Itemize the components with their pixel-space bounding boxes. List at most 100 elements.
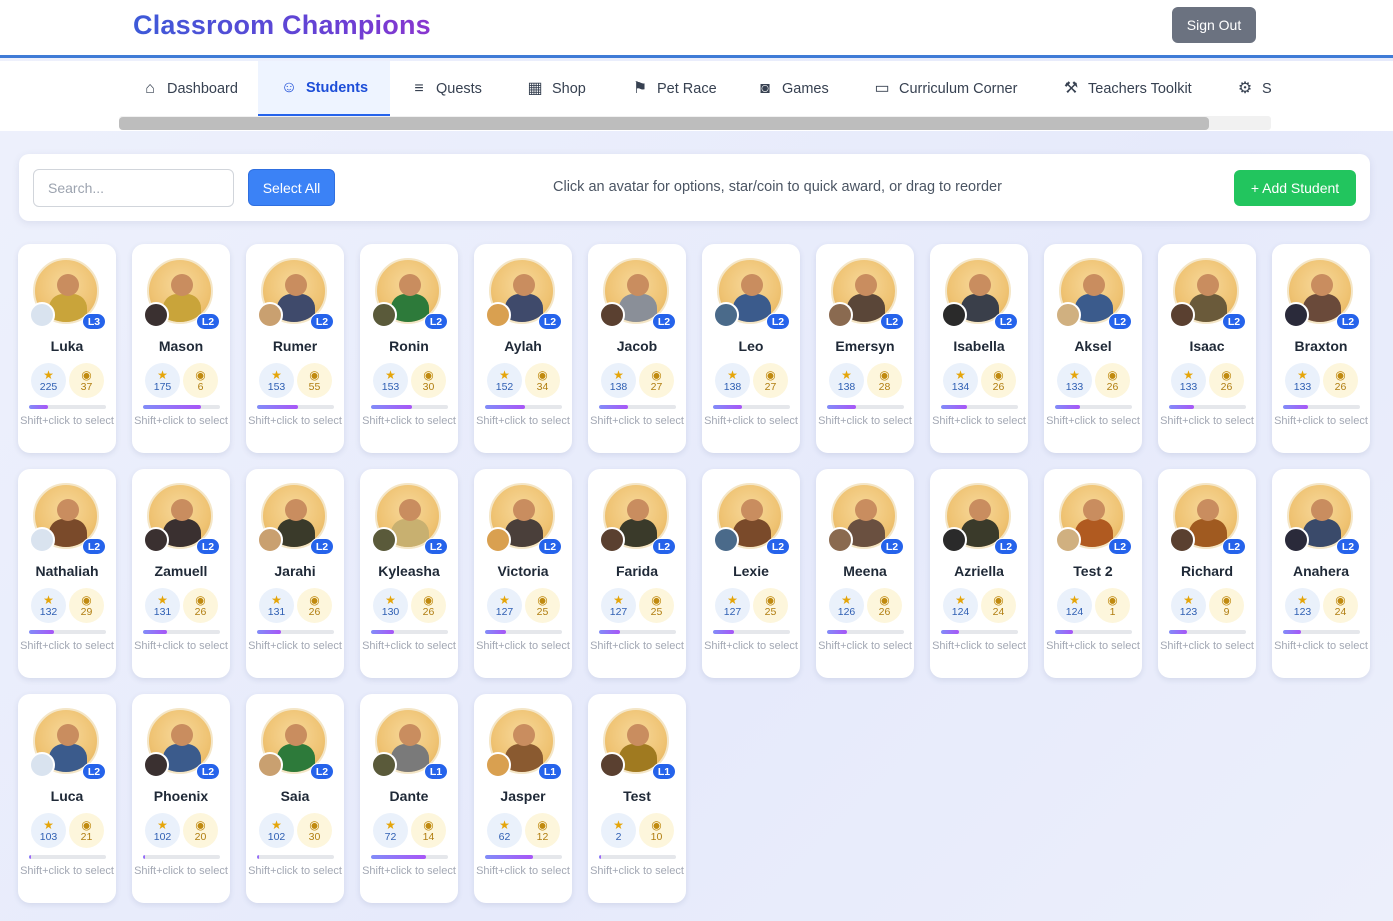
student-card[interactable]: L2 Saia ★ 102 ◉ 30 Shift+click to select	[246, 694, 344, 903]
coin-award-button[interactable]: ◉ 26	[411, 588, 446, 623]
nav-scrollbar-thumb[interactable]	[119, 117, 1209, 130]
coin-award-button[interactable]: ◉ 55	[297, 363, 332, 398]
student-card[interactable]: L2 Leo ★ 138 ◉ 27 Shift+click to select	[702, 244, 800, 453]
nav-scrollbar[interactable]	[119, 116, 1271, 130]
sign-out-button[interactable]: Sign Out	[1172, 7, 1256, 43]
star-award-button[interactable]: ★ 153	[259, 363, 294, 398]
select-all-button[interactable]: Select All	[248, 169, 335, 206]
student-card[interactable]: L2 Meena ★ 126 ◉ 26 Shift+click to select	[816, 469, 914, 678]
student-card[interactable]: L2 Aylah ★ 152 ◉ 34 Shift+click to select	[474, 244, 572, 453]
star-award-button[interactable]: ★ 103	[31, 813, 66, 848]
coin-award-button[interactable]: ◉ 21	[69, 813, 104, 848]
search-input[interactable]	[33, 169, 234, 207]
student-card[interactable]: L2 Farida ★ 127 ◉ 25 Shift+click to select	[588, 469, 686, 678]
coin-award-button[interactable]: ◉ 34	[525, 363, 560, 398]
coin-award-button[interactable]: ◉ 6	[183, 363, 218, 398]
star-award-button[interactable]: ★ 62	[487, 813, 522, 848]
star-award-button[interactable]: ★ 124	[1057, 588, 1092, 623]
star-award-button[interactable]: ★ 153	[373, 363, 408, 398]
tab-curriculum-corner[interactable]: ▭ Curriculum Corner	[873, 61, 1017, 116]
coin-award-button[interactable]: ◉ 28	[867, 363, 902, 398]
tab-pet-race[interactable]: ⚑ Pet Race	[631, 61, 717, 116]
coin-award-button[interactable]: ◉ 37	[69, 363, 104, 398]
star-award-button[interactable]: ★ 127	[715, 588, 750, 623]
coin-award-button[interactable]: ◉ 24	[1323, 588, 1358, 623]
coin-award-button[interactable]: ◉ 1	[1095, 588, 1130, 623]
coin-award-button[interactable]: ◉ 26	[1095, 363, 1130, 398]
star-award-button[interactable]: ★ 131	[259, 588, 294, 623]
star-award-button[interactable]: ★ 133	[1285, 363, 1320, 398]
coin-award-button[interactable]: ◉ 14	[411, 813, 446, 848]
coin-award-button[interactable]: ◉ 25	[753, 588, 788, 623]
coin-award-button[interactable]: ◉ 26	[297, 588, 332, 623]
star-award-button[interactable]: ★ 138	[715, 363, 750, 398]
tab-s[interactable]: ⚙ S	[1236, 61, 1271, 116]
student-card[interactable]: L2 Lexie ★ 127 ◉ 25 Shift+click to select	[702, 469, 800, 678]
star-award-button[interactable]: ★ 133	[1057, 363, 1092, 398]
tab-shop[interactable]: ▦ Shop	[526, 61, 585, 116]
coin-award-button[interactable]: ◉ 20	[183, 813, 218, 848]
coin-award-button[interactable]: ◉ 12	[525, 813, 560, 848]
coin-award-button[interactable]: ◉ 27	[753, 363, 788, 398]
add-student-button[interactable]: + Add Student	[1234, 170, 1356, 206]
student-card[interactable]: L2 Nathaliah ★ 132 ◉ 29 Shift+click to select	[18, 469, 116, 678]
coin-award-button[interactable]: ◉ 25	[525, 588, 560, 623]
student-card[interactable]: L1 Test ★ 2 ◉ 10 Shift+click to select	[588, 694, 686, 903]
tab-quests[interactable]: ≡ Quests	[410, 61, 482, 116]
student-card[interactable]: L2 Jacob ★ 138 ◉ 27 Shift+click to select	[588, 244, 686, 453]
star-award-button[interactable]: ★ 127	[601, 588, 636, 623]
coin-award-button[interactable]: ◉ 27	[639, 363, 674, 398]
star-award-button[interactable]: ★ 175	[145, 363, 180, 398]
coin-award-button[interactable]: ◉ 26	[1209, 363, 1244, 398]
coin-award-button[interactable]: ◉ 9	[1209, 588, 1244, 623]
student-card[interactable]: L2 Mason ★ 175 ◉ 6 Shift+click to select	[132, 244, 230, 453]
coin-award-button[interactable]: ◉ 30	[297, 813, 332, 848]
star-award-button[interactable]: ★ 132	[31, 588, 66, 623]
student-card[interactable]: L2 Richard ★ 123 ◉ 9 Shift+click to select	[1158, 469, 1256, 678]
star-award-button[interactable]: ★ 127	[487, 588, 522, 623]
coin-award-button[interactable]: ◉ 29	[69, 588, 104, 623]
tab-teachers-toolkit[interactable]: ⚒ Teachers Toolkit	[1062, 61, 1192, 116]
star-award-button[interactable]: ★ 134	[943, 363, 978, 398]
star-award-button[interactable]: ★ 152	[487, 363, 522, 398]
star-award-button[interactable]: ★ 131	[145, 588, 180, 623]
coin-award-button[interactable]: ◉ 10	[639, 813, 674, 848]
student-card[interactable]: L2 Victoria ★ 127 ◉ 25 Shift+click to select	[474, 469, 572, 678]
star-award-button[interactable]: ★ 123	[1285, 588, 1320, 623]
coin-award-button[interactable]: ◉ 26	[1323, 363, 1358, 398]
student-card[interactable]: L2 Rumer ★ 153 ◉ 55 Shift+click to select	[246, 244, 344, 453]
student-card[interactable]: L3 Luka ★ 225 ◉ 37 Shift+click to select	[18, 244, 116, 453]
student-card[interactable]: L2 Test 2 ★ 124 ◉ 1 Shift+click to select	[1044, 469, 1142, 678]
star-award-button[interactable]: ★ 130	[373, 588, 408, 623]
coin-award-button[interactable]: ◉ 25	[639, 588, 674, 623]
tab-students[interactable]: ☺ Students	[258, 61, 391, 116]
coin-award-button[interactable]: ◉ 26	[183, 588, 218, 623]
coin-award-button[interactable]: ◉ 26	[867, 588, 902, 623]
tab-games[interactable]: ◙ Games	[756, 61, 829, 116]
student-card[interactable]: L1 Dante ★ 72 ◉ 14 Shift+click to select	[360, 694, 458, 903]
student-card[interactable]: L2 Zamuell ★ 131 ◉ 26 Shift+click to select	[132, 469, 230, 678]
star-award-button[interactable]: ★ 138	[601, 363, 636, 398]
star-award-button[interactable]: ★ 2	[601, 813, 636, 848]
student-card[interactable]: L2 Aksel ★ 133 ◉ 26 Shift+click to select	[1044, 244, 1142, 453]
star-award-button[interactable]: ★ 102	[259, 813, 294, 848]
student-card[interactable]: L2 Jarahi ★ 131 ◉ 26 Shift+click to select	[246, 469, 344, 678]
student-card[interactable]: L2 Phoenix ★ 102 ◉ 20 Shift+click to select	[132, 694, 230, 903]
student-card[interactable]: L2 Ronin ★ 153 ◉ 30 Shift+click to select	[360, 244, 458, 453]
star-award-button[interactable]: ★ 126	[829, 588, 864, 623]
star-award-button[interactable]: ★ 123	[1171, 588, 1206, 623]
tab-dashboard[interactable]: ⌂ Dashboard	[141, 61, 238, 116]
student-card[interactable]: L2 Kyleasha ★ 130 ◉ 26 Shift+click to select	[360, 469, 458, 678]
star-award-button[interactable]: ★ 72	[373, 813, 408, 848]
coin-award-button[interactable]: ◉ 26	[981, 363, 1016, 398]
student-card[interactable]: L2 Azriella ★ 124 ◉ 24 Shift+click to select	[930, 469, 1028, 678]
star-award-button[interactable]: ★ 225	[31, 363, 66, 398]
student-card[interactable]: L1 Jasper ★ 62 ◉ 12 Shift+click to select	[474, 694, 572, 903]
student-card[interactable]: L2 Luca ★ 103 ◉ 21 Shift+click to select	[18, 694, 116, 903]
star-award-button[interactable]: ★ 102	[145, 813, 180, 848]
student-card[interactable]: L2 Emersyn ★ 138 ◉ 28 Shift+click to select	[816, 244, 914, 453]
coin-award-button[interactable]: ◉ 30	[411, 363, 446, 398]
student-card[interactable]: L2 Isabella ★ 134 ◉ 26 Shift+click to select	[930, 244, 1028, 453]
student-card[interactable]: L2 Isaac ★ 133 ◉ 26 Shift+click to select	[1158, 244, 1256, 453]
student-card[interactable]: L2 Braxton ★ 133 ◉ 26 Shift+click to select	[1272, 244, 1370, 453]
